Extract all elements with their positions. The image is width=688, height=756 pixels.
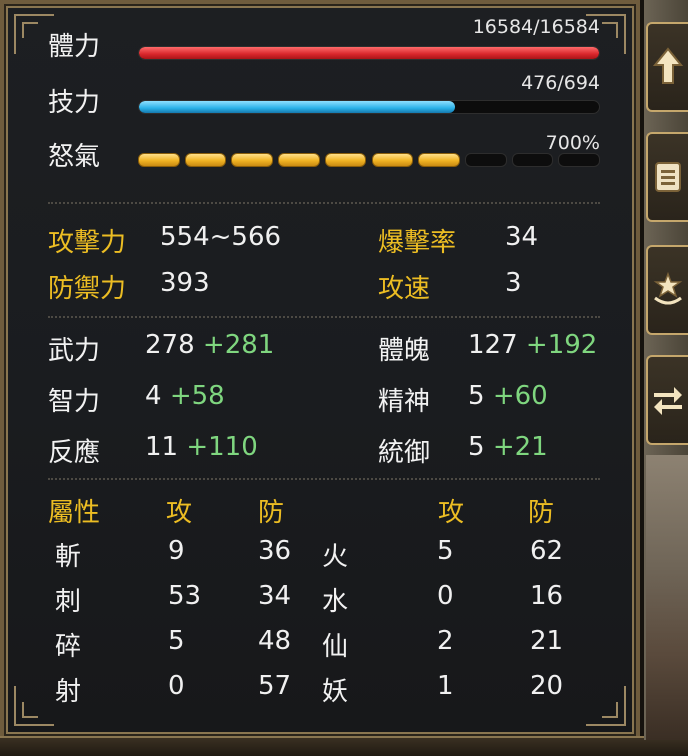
corner-ornament	[586, 686, 626, 726]
element-def: 16	[530, 581, 564, 611]
element-def-header: 防	[258, 498, 285, 528]
element-atk: 9	[168, 536, 185, 566]
side-button-rank[interactable]	[646, 245, 688, 335]
element-name: 斬	[55, 542, 82, 572]
rage-segment	[558, 153, 600, 167]
attr-label: 體魄	[378, 336, 431, 366]
element-name: 水	[322, 587, 349, 617]
corner-ornament	[14, 686, 54, 726]
side-button-swap[interactable]	[646, 355, 688, 445]
attr-label: 反應	[48, 438, 101, 468]
element-atk-header: 攻	[438, 498, 465, 528]
rage-segment	[184, 153, 227, 167]
element-atk: 1	[437, 671, 454, 701]
element-def: 20	[530, 671, 564, 701]
element-name: 刺	[55, 587, 82, 617]
hp-label: 體力	[48, 32, 101, 62]
list-icon	[655, 162, 681, 192]
hp-bar-fill	[139, 47, 599, 59]
side-button-list[interactable]	[646, 132, 688, 222]
speed-label: 攻速	[378, 274, 431, 304]
element-atk: 5	[437, 536, 454, 566]
crit-value: 34	[505, 222, 539, 252]
hp-bar	[138, 46, 600, 60]
attr-value: 4 +58	[145, 381, 225, 411]
element-def: 34	[258, 581, 292, 611]
bottom-frame-rail	[0, 736, 688, 756]
attr-value: 5 +21	[468, 432, 548, 462]
star-rank-icon	[653, 271, 683, 305]
rage-segment	[418, 153, 460, 167]
element-atk: 0	[168, 671, 185, 701]
element-def: 57	[258, 671, 292, 701]
mp-value-text: 476/694	[521, 72, 600, 94]
speed-value: 3	[505, 268, 522, 298]
attr-value: 127 +192	[468, 330, 598, 360]
attr-label: 智力	[48, 387, 101, 417]
rage-segment	[464, 153, 507, 167]
element-atk: 0	[437, 581, 454, 611]
attr-value: 278 +281	[145, 330, 275, 360]
rage-segment	[138, 153, 180, 167]
attr-label: 精神	[378, 387, 431, 417]
attr-value: 11 +110	[145, 432, 258, 462]
element-def: 21	[530, 626, 564, 656]
element-atk-header: 攻	[166, 498, 193, 528]
rage-gauge	[138, 153, 600, 169]
swap-arrows-icon	[654, 387, 682, 415]
attr-label: 武力	[48, 336, 101, 366]
divider	[48, 316, 600, 318]
divider	[48, 202, 600, 204]
element-name: 碎	[55, 632, 82, 662]
divider	[48, 478, 600, 480]
rage-segment	[324, 153, 367, 167]
up-arrow-icon	[653, 47, 683, 84]
element-atk: 5	[168, 626, 185, 656]
element-name: 火	[322, 542, 349, 572]
element-name: 仙	[322, 632, 349, 662]
attr-value: 5 +60	[468, 381, 548, 411]
element-name: 妖	[322, 677, 349, 707]
crit-label: 爆擊率	[378, 228, 457, 258]
side-toolbar	[644, 0, 688, 740]
defense-label: 防禦力	[48, 274, 127, 304]
rage-segment	[371, 153, 414, 167]
element-table-title: 屬性	[48, 498, 101, 528]
attack-label: 攻擊力	[48, 228, 127, 258]
element-def: 36	[258, 536, 292, 566]
mp-label: 技力	[48, 88, 101, 118]
background-character-image	[646, 455, 688, 740]
rage-segment	[278, 153, 320, 167]
rage-segment	[231, 153, 274, 167]
element-def-header: 防	[528, 498, 555, 528]
mp-bar	[138, 100, 600, 114]
element-def: 48	[258, 626, 292, 656]
rage-label: 怒氣	[48, 142, 101, 172]
element-atk: 2	[437, 626, 454, 656]
element-name: 射	[55, 677, 82, 707]
side-button-up[interactable]	[646, 22, 688, 112]
attr-label: 統御	[378, 438, 431, 468]
mp-bar-fill	[139, 101, 455, 113]
rage-value-text: 700%	[545, 132, 600, 154]
defense-value: 393	[160, 268, 210, 298]
attack-value: 554~566	[160, 222, 282, 252]
element-atk: 53	[168, 581, 202, 611]
hp-value-text: 16584/16584	[472, 16, 600, 38]
rage-segment	[511, 153, 554, 167]
element-def: 62	[530, 536, 564, 566]
